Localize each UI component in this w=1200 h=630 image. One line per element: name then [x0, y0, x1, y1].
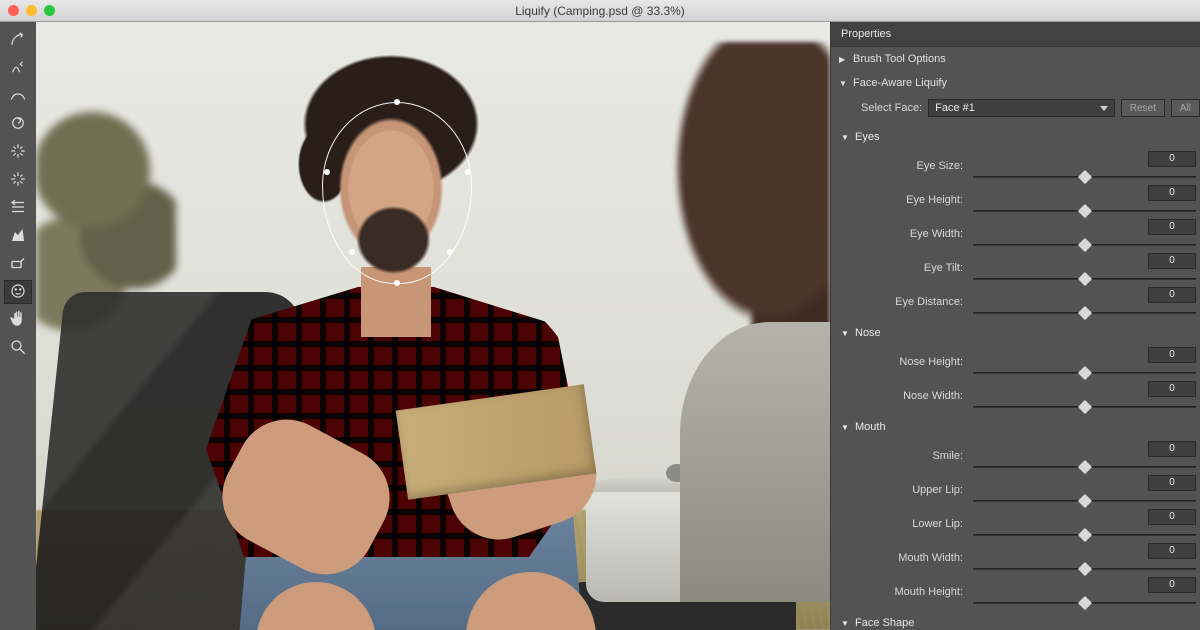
reset-button[interactable]: Reset [1121, 99, 1165, 117]
window-title: Liquify (Camping.psd @ 33.3%) [515, 4, 685, 18]
group-mouth[interactable]: ▼ Mouth [831, 415, 1200, 437]
properties-panel: Properties ▶ Brush Tool Options ▼ Face-A… [830, 22, 1200, 630]
zoom-tool[interactable] [4, 336, 32, 360]
slider-smile: Smile: 0 [853, 439, 1196, 473]
slider-value-input[interactable]: 0 [1148, 287, 1196, 303]
slider-nose-width: Nose Width: 0 [853, 379, 1196, 413]
slider-mouth-width: Mouth Width: 0 [853, 541, 1196, 575]
slider-nose-height: Nose Height: 0 [853, 345, 1196, 379]
slider-label: Nose Height: [853, 356, 965, 368]
minimize-window-button[interactable] [26, 5, 37, 16]
select-face-label: Select Face: [861, 102, 922, 114]
slider-value-input[interactable]: 0 [1148, 347, 1196, 363]
close-window-button[interactable] [8, 5, 19, 16]
twirl-tool-icon [9, 114, 27, 135]
twirl-tool[interactable] [4, 112, 32, 136]
traffic-lights [8, 5, 55, 16]
window-titlebar: Liquify (Camping.psd @ 33.3%) [0, 0, 1200, 22]
group-label: Mouth [855, 421, 886, 433]
tool-strip [0, 22, 36, 630]
panel-title: Properties [831, 22, 1200, 47]
slider-eye-tilt: Eye Tilt: 0 [853, 251, 1196, 285]
slider-value-input[interactable]: 0 [1148, 253, 1196, 269]
slider-lower-lip: Lower Lip: 0 [853, 507, 1196, 541]
group-label: Nose [855, 327, 881, 339]
collapse-icon: ▼ [841, 619, 851, 628]
zoom-window-button[interactable] [44, 5, 55, 16]
smooth-tool[interactable] [4, 84, 32, 108]
slider-eye-height: Eye Height: 0 [853, 183, 1196, 217]
slider-value-input[interactable]: 0 [1148, 475, 1196, 491]
slider-upper-lip: Upper Lip: 0 [853, 473, 1196, 507]
select-face-dropdown[interactable]: Face #1 [928, 99, 1115, 117]
section-label: Brush Tool Options [853, 53, 946, 65]
slider-value-input[interactable]: 0 [1148, 577, 1196, 593]
group-face-shape[interactable]: ▼ Face Shape [831, 611, 1200, 630]
slider-value-input[interactable]: 0 [1148, 185, 1196, 201]
zoom-tool-icon [9, 338, 27, 359]
section-face-aware-liquify[interactable]: ▼ Face-Aware Liquify [831, 71, 1200, 95]
slider-value-input[interactable]: 0 [1148, 441, 1196, 457]
freeze-mask-tool[interactable] [4, 224, 32, 248]
face-tool[interactable] [4, 280, 32, 304]
slider-label: Smile: [853, 450, 965, 462]
thaw-mask-tool-icon [9, 254, 27, 275]
forward-warp-tool[interactable] [4, 28, 32, 52]
bloat-tool[interactable] [4, 168, 32, 192]
all-button[interactable]: All [1171, 99, 1200, 117]
canvas-area[interactable] [36, 22, 830, 630]
slider-label: Eye Size: [853, 160, 965, 172]
push-left-tool-icon [9, 198, 27, 219]
pucker-tool[interactable] [4, 140, 32, 164]
group-label: Eyes [855, 131, 879, 143]
push-left-tool[interactable] [4, 196, 32, 220]
section-label: Face-Aware Liquify [853, 77, 947, 89]
smooth-tool-icon [9, 86, 27, 107]
collapse-icon: ▼ [841, 423, 851, 432]
slider-label: Mouth Height: [853, 586, 965, 598]
slider-label: Lower Lip: [853, 518, 965, 530]
hand-tool[interactable] [4, 308, 32, 332]
slider-value-input[interactable]: 0 [1148, 509, 1196, 525]
group-label: Face Shape [855, 617, 914, 629]
slider-eye-width: Eye Width: 0 [853, 217, 1196, 251]
slider-mouth-height: Mouth Height: 0 [853, 575, 1196, 609]
face-tool-icon [9, 282, 27, 303]
slider-label: Eye Height: [853, 194, 965, 206]
collapse-icon: ▼ [839, 79, 849, 88]
slider-label: Eye Tilt: [853, 262, 965, 274]
forward-warp-tool-icon [9, 30, 27, 51]
bloat-tool-icon [9, 170, 27, 191]
slider-label: Eye Width: [853, 228, 965, 240]
freeze-mask-tool-icon [9, 226, 27, 247]
group-nose[interactable]: ▼ Nose [831, 321, 1200, 343]
expand-icon: ▶ [839, 55, 849, 64]
section-brush-tool-options[interactable]: ▶ Brush Tool Options [831, 47, 1200, 71]
slider-value-input[interactable]: 0 [1148, 219, 1196, 235]
slider-label: Nose Width: [853, 390, 965, 402]
reconstruct-tool[interactable] [4, 56, 32, 80]
slider-eye-distance: Eye Distance: 0 [853, 285, 1196, 319]
document-image [36, 22, 830, 630]
collapse-icon: ▼ [841, 329, 851, 338]
slider-label: Mouth Width: [853, 552, 965, 564]
collapse-icon: ▼ [841, 133, 851, 142]
slider-value-input[interactable]: 0 [1148, 543, 1196, 559]
hand-tool-icon [9, 310, 27, 331]
pucker-tool-icon [9, 142, 27, 163]
slider-value-input[interactable]: 0 [1148, 381, 1196, 397]
slider-label: Eye Distance: [853, 296, 965, 308]
thaw-mask-tool[interactable] [4, 252, 32, 276]
group-eyes[interactable]: ▼ Eyes [831, 125, 1200, 147]
slider-eye-size: Eye Size: 0 [853, 149, 1196, 183]
slider-value-input[interactable]: 0 [1148, 151, 1196, 167]
slider-label: Upper Lip: [853, 484, 965, 496]
reconstruct-tool-icon [9, 58, 27, 79]
